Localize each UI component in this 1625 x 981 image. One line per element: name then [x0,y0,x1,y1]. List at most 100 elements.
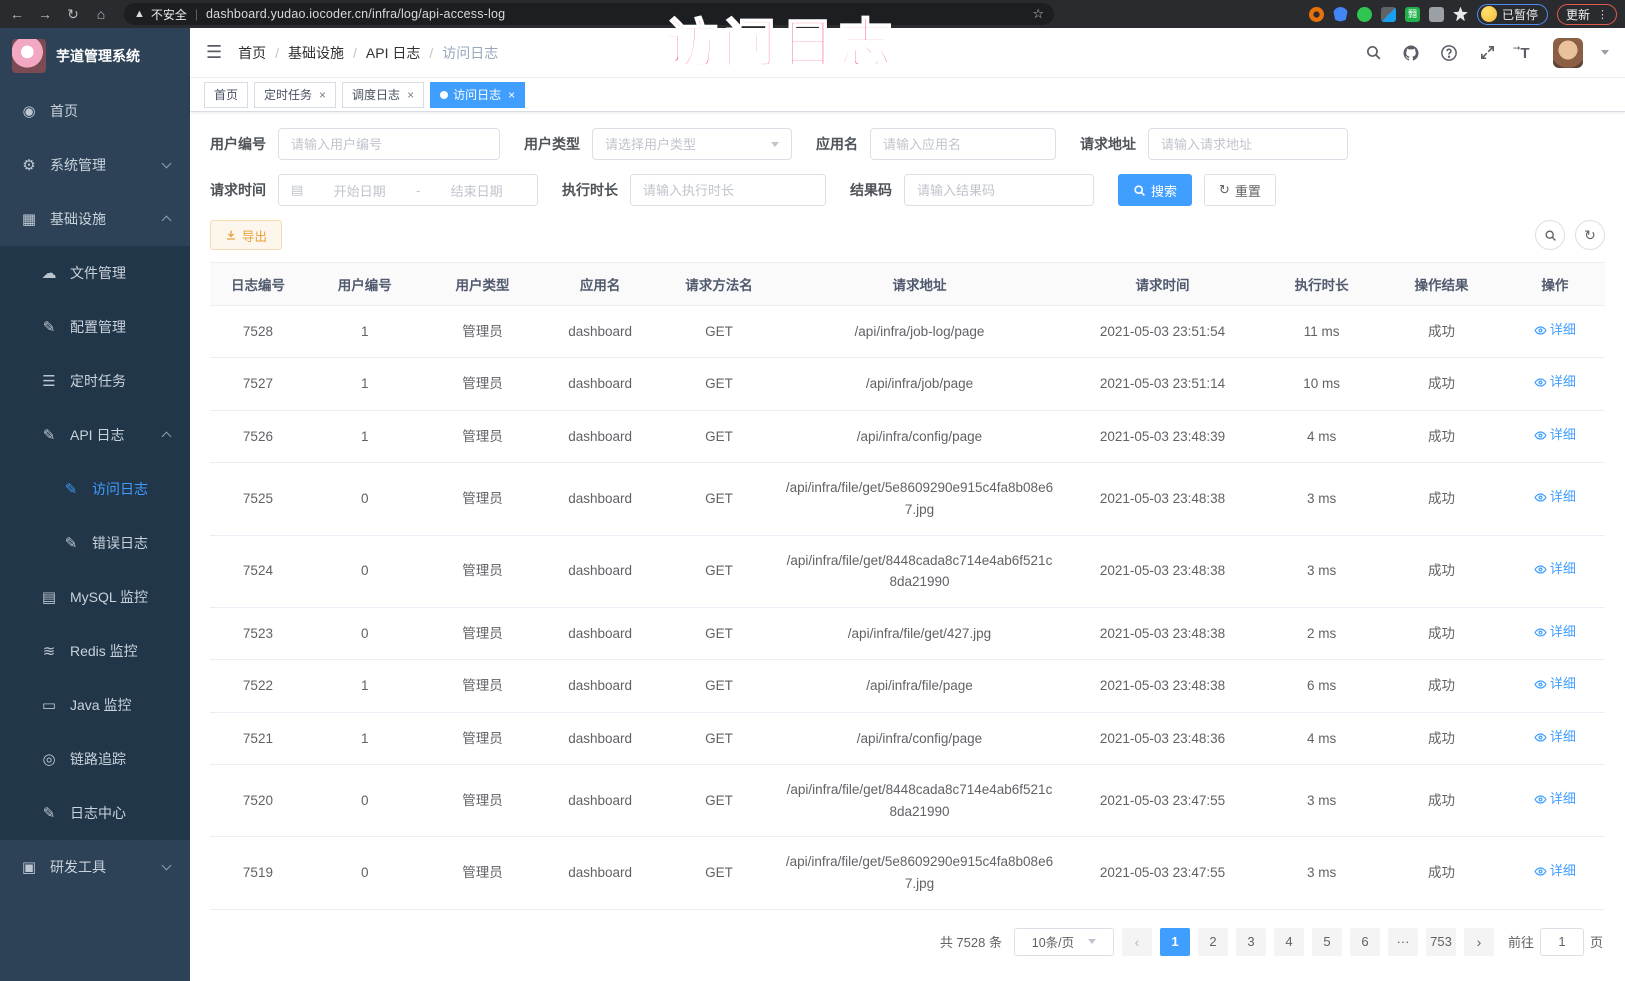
update-button[interactable]: 更新 ⋮ [1557,4,1617,25]
tab-1[interactable]: 定时任务× [254,82,336,108]
hamburger-icon[interactable]: ☰ [206,42,222,63]
sidebar-item-5[interactable]: ☰定时任务 [0,354,190,408]
search-icon[interactable] [1363,43,1383,63]
sidebar-item-6[interactable]: ✎API 日志 [0,408,190,462]
breadcrumb-item-2[interactable]: API 日志 [366,43,420,63]
tab-2[interactable]: 调度日志× [342,82,424,108]
breadcrumb-item-0[interactable]: 首页 [238,43,266,63]
table-row: 75211管理员dashboardGET/api/infra/config/pa… [210,712,1605,764]
cell-time: 2021-05-03 23:48:38 [1060,607,1265,659]
page-button-1[interactable]: 1 [1160,928,1190,956]
detail-link[interactable]: 详细 [1534,861,1576,882]
page-button-4[interactable]: 4 [1274,928,1304,956]
sidebar-item-10[interactable]: ≋Redis 监控 [0,624,190,678]
detail-link[interactable]: 详细 [1534,789,1576,810]
cell-duration: 3 ms [1265,535,1378,607]
chevron-down-icon[interactable] [1601,50,1609,55]
sidebar-item-3[interactable]: ☁文件管理 [0,246,190,300]
sidebar-item-13[interactable]: ✎日志中心 [0,786,190,840]
detail-link[interactable]: 详细 [1534,674,1576,695]
sidebar-logo[interactable]: 芋道管理系统 [0,28,190,84]
address-bar[interactable]: ▲ 不安全 | dashboard.yudao.iocoder.cn/infra… [124,3,1054,25]
sidebar-item-11[interactable]: ▭Java 监控 [0,678,190,732]
extension-shield-icon[interactable] [1333,7,1348,22]
page-button-2[interactable]: 2 [1198,928,1228,956]
detail-link[interactable]: 详细 [1534,372,1576,393]
sidebar-item-4[interactable]: ✎配置管理 [0,300,190,354]
sidebar-item-14[interactable]: ▣研发工具 [0,840,190,894]
detail-link-label: 详细 [1550,789,1576,810]
export-button[interactable]: 导出 [210,220,282,250]
kebab-menu-icon[interactable]: ⋮ [1597,8,1608,21]
user-id-input[interactable] [291,137,487,152]
browser-forward-icon[interactable]: → [36,6,54,22]
sidebar-item-12[interactable]: ◎链路追踪 [0,732,190,786]
java-monitor-icon: ▭ [40,696,58,714]
select-caret-icon [771,142,779,147]
help-icon[interactable] [1439,43,1459,63]
tab-3[interactable]: 访问日志× [430,82,525,108]
date-range-picker[interactable]: ▤ 开始日期 - 结束日期 [278,174,538,206]
extension-gray-icon[interactable] [1429,7,1444,22]
user-avatar[interactable] [1553,38,1583,68]
search-button[interactable]: 搜索 [1118,174,1192,206]
detail-link[interactable]: 详细 [1534,425,1576,446]
cell-app: dashboard [541,410,659,462]
sidebar-item-8[interactable]: ✎错误日志 [0,516,190,570]
font-size-icon[interactable]: ⃗T [1515,43,1535,63]
tab-0[interactable]: 首页 [204,82,248,108]
sidebar-item-label: API 日志 [70,425,124,445]
table-row: 75230管理员dashboardGET/api/infra/file/get/… [210,607,1605,659]
result-code-input[interactable] [917,183,1081,198]
paused-badge[interactable]: 已暂停 [1477,4,1548,25]
page-size-select[interactable]: 10条/页 [1014,928,1114,956]
fullscreen-icon[interactable] [1477,43,1497,63]
gear-icon: ⚙ [20,156,38,174]
extension-star-icon[interactable] [1453,7,1468,22]
detail-link[interactable]: 详细 [1534,559,1576,580]
close-tab-icon[interactable]: × [319,88,326,102]
sidebar-item-2[interactable]: ▦基础设施 [0,192,190,246]
page-button-6[interactable]: 6 [1350,928,1380,956]
toggle-search-button[interactable] [1535,220,1565,250]
duration-label: 执行时长 [562,180,618,200]
breadcrumb-item-1[interactable]: 基础设施 [288,43,344,63]
app-name-input[interactable] [883,137,1043,152]
extension-green-icon[interactable] [1357,7,1372,22]
chevron-down-icon [162,159,172,169]
bookmark-star-icon[interactable]: ☆ [1032,6,1044,22]
detail-link[interactable]: 详细 [1534,727,1576,748]
duration-input[interactable] [643,183,813,198]
prev-page-button[interactable]: ‹ [1122,928,1152,956]
reset-button[interactable]: ↻ 重置 [1204,174,1276,206]
close-tab-icon[interactable]: × [508,88,515,102]
browser-back-icon[interactable]: ← [8,6,26,22]
next-page-button[interactable]: › [1464,928,1494,956]
refresh-table-button[interactable]: ↻ [1575,220,1605,250]
cell-url: /api/infra/config/page [779,712,1060,764]
cell-time: 2021-05-03 23:48:38 [1060,660,1265,712]
page-button-753[interactable]: 753 [1426,928,1456,956]
github-icon[interactable] [1401,43,1421,63]
extension-translate-icon[interactable]: 翲 [1405,7,1420,22]
goto-page-input[interactable] [1540,928,1584,956]
extension-donut-icon[interactable] [1309,7,1324,22]
tags-view-bar: 首页定时任务×调度日志×访问日志× [190,78,1625,112]
close-tab-icon[interactable]: × [407,88,414,102]
sidebar-item-0[interactable]: ◉首页 [0,84,190,138]
browser-home-icon[interactable]: ⌂ [92,6,110,22]
detail-link[interactable]: 详细 [1534,622,1576,643]
detail-link[interactable]: 详细 [1534,487,1576,508]
request-url-input[interactable] [1161,137,1335,152]
sidebar-item-9[interactable]: ▤MySQL 监控 [0,570,190,624]
sidebar-item-7[interactable]: ✎访问日志 [0,462,190,516]
page-button-5[interactable]: 5 [1312,928,1342,956]
sidebar-item-1[interactable]: ⚙系统管理 [0,138,190,192]
page-button-3[interactable]: 3 [1236,928,1266,956]
browser-reload-icon[interactable]: ↻ [64,6,82,23]
page-ellipsis[interactable]: ··· [1388,928,1418,956]
user-type-select-input[interactable] [605,137,765,152]
user-type-select[interactable] [592,128,792,160]
extension-cubes-icon[interactable] [1381,7,1396,22]
detail-link[interactable]: 详细 [1534,320,1576,341]
